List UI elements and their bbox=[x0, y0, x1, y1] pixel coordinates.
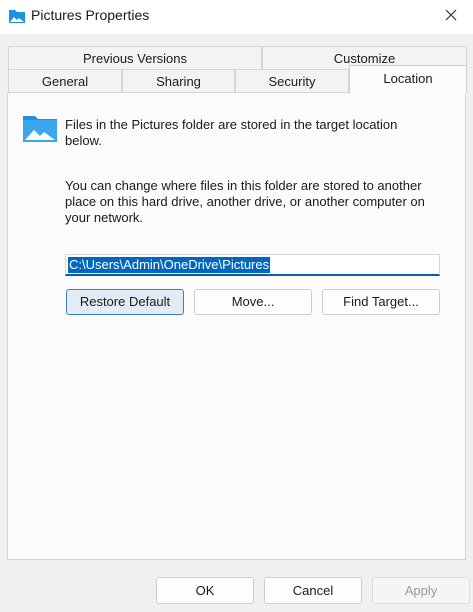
tab-sharing[interactable]: Sharing bbox=[122, 69, 235, 93]
tab-previous-versions[interactable]: Previous Versions bbox=[8, 46, 262, 70]
window-title: Pictures Properties bbox=[31, 7, 150, 23]
target-path-value: C:\Users\Admin\OneDrive\Pictures bbox=[68, 257, 271, 273]
location-info-text: Files in the Pictures folder are stored … bbox=[65, 117, 398, 148]
find-target-button[interactable]: Find Target... bbox=[322, 289, 440, 315]
apply-button[interactable]: Apply bbox=[372, 577, 470, 604]
move-button[interactable]: Move... bbox=[194, 289, 312, 315]
location-tab-panel bbox=[7, 92, 466, 560]
target-path-input[interactable]: C:\Users\Admin\OneDrive\Pictures bbox=[65, 254, 440, 276]
change-location-text: You can change where files in this folde… bbox=[65, 178, 425, 225]
tab-general[interactable]: General bbox=[8, 69, 122, 93]
cancel-button[interactable]: Cancel bbox=[264, 577, 362, 604]
tab-location[interactable]: Location bbox=[349, 65, 467, 94]
pictures-folder-icon bbox=[23, 116, 57, 142]
tab-security[interactable]: Security bbox=[235, 69, 349, 93]
close-icon bbox=[445, 9, 457, 21]
title-bar: Pictures Properties bbox=[0, 0, 473, 34]
restore-default-button[interactable]: Restore Default bbox=[66, 289, 184, 315]
ok-button[interactable]: OK bbox=[156, 577, 254, 604]
pictures-folder-icon bbox=[9, 10, 25, 23]
close-button[interactable] bbox=[439, 5, 463, 27]
